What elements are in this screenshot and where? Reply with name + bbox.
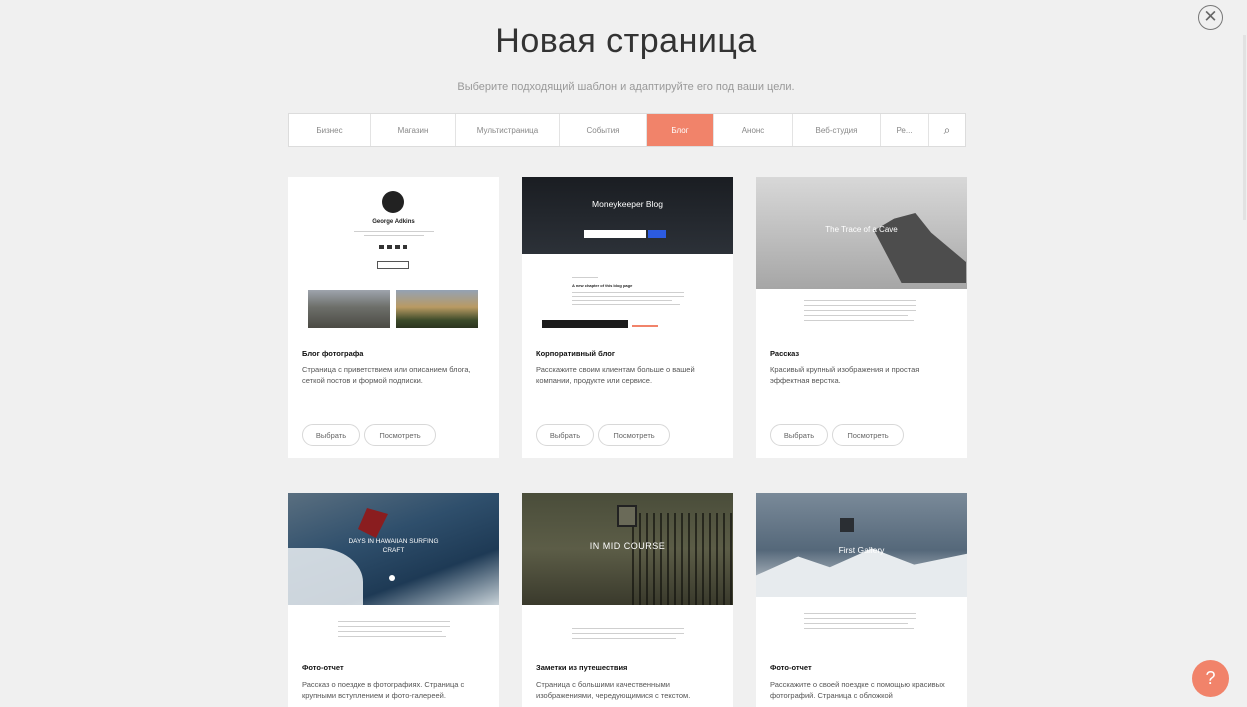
tab-events[interactable]: События: [560, 114, 647, 146]
preview-input: [584, 230, 646, 238]
search-icon: ⌕: [943, 122, 951, 137]
card-description: Страница с приветствием или описанием бл…: [302, 365, 471, 385]
card-description: Расскажите своим клиентам больше о вашей…: [536, 365, 695, 385]
preview-heading: The Trace of a Cave: [825, 225, 898, 234]
template-preview: Moneykeeper Blog A new chapter of this b…: [522, 177, 733, 337]
category-tabs: Бизнес Магазин Мультистраница События Бл…: [288, 113, 966, 147]
card-description: Рассказ о поездке в фотографиях. Страниц…: [302, 680, 465, 700]
template-preview: The Trace of a Cave: [756, 177, 967, 337]
template-card[interactable]: The Trace of a Cave Рассказ Красивый кру…: [756, 177, 967, 458]
preview-button: [377, 261, 409, 269]
preview-heading: DAYS IN HAWAIIAN SURFING CRAFT: [348, 538, 439, 554]
template-card[interactable]: Moneykeeper Blog A new chapter of this b…: [522, 177, 733, 458]
select-button[interactable]: Выбрать: [770, 424, 828, 446]
help-button[interactable]: ?: [1192, 660, 1229, 697]
select-button[interactable]: Выбрать: [536, 424, 594, 446]
preview-photo-castle: [396, 290, 478, 328]
preview-button[interactable]: Посмотреть: [364, 424, 436, 446]
template-preview: IN MID COURSE: [522, 493, 733, 651]
avatar: [382, 191, 404, 213]
tab-multipage[interactable]: Мультистраница: [456, 114, 560, 146]
preview-heading: IN MID COURSE: [589, 541, 666, 551]
social-icons: [379, 245, 407, 249]
template-preview: DAYS IN HAWAIIAN SURFING CRAFT: [288, 493, 499, 651]
page-subtitle: Выберите подходящий шаблон и адаптируйте…: [457, 81, 795, 93]
scrollbar[interactable]: [1243, 35, 1246, 220]
template-card[interactable]: DAYS IN HAWAIIAN SURFING CRAFT Фото-отче…: [288, 493, 499, 707]
search-button[interactable]: ⌕: [929, 114, 965, 146]
preview-photo-road: [308, 290, 390, 328]
preview-hero: [522, 177, 733, 254]
card-title: Рассказ: [770, 349, 800, 358]
select-button[interactable]: Выбрать: [302, 424, 360, 446]
template-card[interactable]: George Adkins Блог фотографа Страница с …: [288, 177, 499, 458]
tab-webstudio[interactable]: Веб-студия: [793, 114, 881, 146]
card-title: Блог фотографа: [302, 349, 364, 358]
card-title: Фото-отчет: [770, 663, 812, 672]
template-card[interactable]: First Gallery Фото-отчет Расскажите о св…: [756, 493, 967, 707]
template-card[interactable]: IN MID COURSE Заметки из путешествия Стр…: [522, 493, 733, 707]
card-description: Красивый крупный изображения и простая э…: [770, 365, 920, 385]
preview-heading: First Gallery: [838, 545, 885, 555]
tab-shop[interactable]: Магазин: [371, 114, 456, 146]
preview-image-strip: [542, 320, 628, 328]
preview-button[interactable]: Посмотреть: [832, 424, 904, 446]
help-icon: ?: [1205, 668, 1216, 688]
tab-announce[interactable]: Анонс: [714, 114, 793, 146]
preview-submit: [648, 230, 666, 238]
tab-more[interactable]: Ре...: [881, 114, 929, 146]
card-description: Расскажите о своей поездке с помощью кра…: [770, 680, 945, 700]
preview-accent-line: [632, 325, 658, 327]
template-preview: First Gallery: [756, 493, 967, 651]
tab-business[interactable]: Бизнес: [289, 114, 371, 146]
preview-heading: Moneykeeper Blog: [592, 199, 663, 209]
preview-button[interactable]: Посмотреть: [598, 424, 670, 446]
card-title: Фото-отчет: [302, 663, 344, 672]
template-preview: George Adkins: [288, 177, 499, 337]
page-title: Новая страница: [495, 22, 757, 60]
card-title: Корпоративный блог: [536, 349, 615, 358]
preview-post-title: A new chapter of this blog page: [572, 283, 633, 288]
card-title: Заметки из путешествия: [536, 663, 628, 672]
card-description: Страница с большими качественными изобра…: [536, 680, 691, 700]
tab-blog[interactable]: Блог: [647, 114, 714, 146]
preview-author-name: George Adkins: [372, 219, 415, 225]
